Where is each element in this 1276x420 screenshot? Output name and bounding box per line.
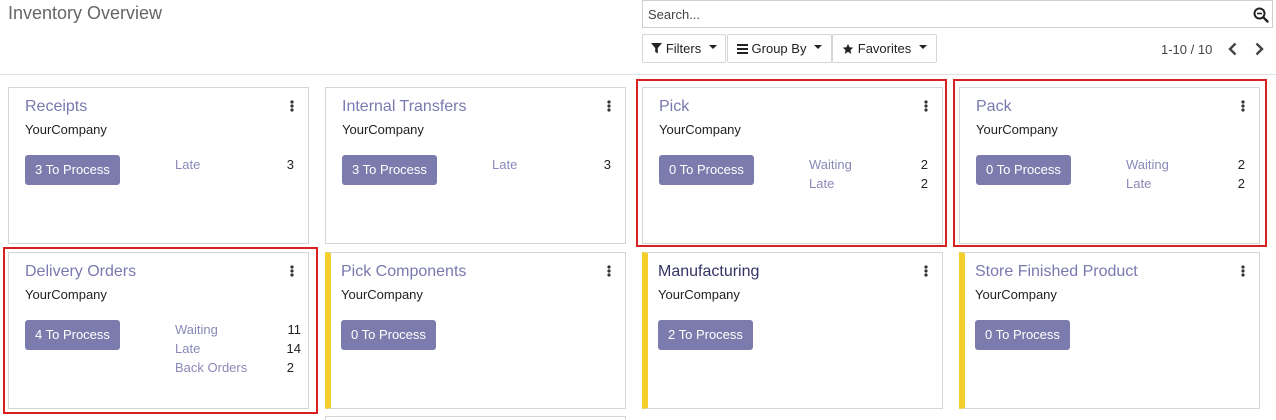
search-box[interactable] xyxy=(642,0,1273,28)
favorites-label: Favorites xyxy=(857,41,912,56)
caret-down-icon xyxy=(814,45,823,49)
card-title[interactable]: Delivery Orders xyxy=(25,263,136,281)
card-title[interactable]: Store Finished Product xyxy=(975,263,1138,281)
search-icon[interactable] xyxy=(1253,7,1269,23)
chevron-left-icon[interactable] xyxy=(1223,39,1243,59)
late-link[interactable]: Late xyxy=(809,176,834,191)
chevron-right-icon[interactable] xyxy=(1249,39,1269,59)
card-title[interactable]: Receipts xyxy=(25,98,87,116)
card-title[interactable]: Internal Transfers xyxy=(342,98,467,116)
operation-card: Pack YourCompany 0 To Process Waiting 2 … xyxy=(959,87,1260,244)
company-name: YourCompany xyxy=(659,122,741,137)
card-title[interactable]: Pick Components xyxy=(341,263,466,281)
search-input[interactable] xyxy=(648,1,1238,27)
company-name: YourCompany xyxy=(976,122,1058,137)
late-count: 3 xyxy=(286,157,294,172)
kebab-menu-icon[interactable] xyxy=(1240,100,1246,112)
late-count: 3 xyxy=(603,157,611,172)
late-link[interactable]: Late xyxy=(175,157,200,172)
star-icon xyxy=(842,43,854,54)
company-name: YourCompany xyxy=(975,287,1057,302)
company-name: YourCompany xyxy=(342,122,424,137)
company-name: YourCompany xyxy=(658,287,740,302)
back-orders-link[interactable]: Back Orders xyxy=(175,360,247,375)
operation-card: Store Finished Product YourCompany 0 To … xyxy=(959,252,1260,409)
to-process-button[interactable]: 2 To Process xyxy=(658,320,753,350)
operation-card: Manufacturing YourCompany 2 To Process xyxy=(642,252,943,409)
to-process-button[interactable]: 3 To Process xyxy=(342,155,437,185)
operation-card-partial xyxy=(325,416,626,420)
filters-label: Filters xyxy=(665,41,702,56)
waiting-link[interactable]: Waiting xyxy=(175,322,218,337)
operation-card: Delivery Orders YourCompany 4 To Process… xyxy=(8,252,309,409)
late-link[interactable]: Late xyxy=(175,341,200,356)
card-title[interactable]: Manufacturing xyxy=(658,263,759,281)
filters-button[interactable]: Filters xyxy=(642,34,726,63)
to-process-button[interactable]: 4 To Process xyxy=(25,320,120,350)
waiting-count: 2 xyxy=(920,157,928,172)
late-count: 2 xyxy=(1237,176,1245,191)
operation-card: Pick YourCompany 0 To Process Waiting 2 … xyxy=(642,87,943,244)
to-process-button[interactable]: 3 To Process xyxy=(25,155,120,185)
operation-card: Pick Components YourCompany 0 To Process xyxy=(325,252,626,409)
kebab-menu-icon[interactable] xyxy=(923,100,929,112)
filter-icon xyxy=(650,43,662,54)
company-name: YourCompany xyxy=(25,287,107,302)
kebab-menu-icon[interactable] xyxy=(1240,265,1246,277)
kebab-menu-icon[interactable] xyxy=(606,265,612,277)
operation-card: Receipts YourCompany 3 To Process Late 3 xyxy=(8,87,309,244)
waiting-count: 11 xyxy=(287,322,302,337)
waiting-count: 2 xyxy=(1237,157,1245,172)
waiting-link[interactable]: Waiting xyxy=(809,157,852,172)
late-count: 14 xyxy=(286,341,301,356)
caret-down-icon xyxy=(709,45,718,49)
kebab-menu-icon[interactable] xyxy=(923,265,929,277)
page-title: Inventory Overview xyxy=(8,3,163,23)
company-name: YourCompany xyxy=(341,287,423,302)
card-title[interactable]: Pack xyxy=(976,98,1012,116)
waiting-link[interactable]: Waiting xyxy=(1126,157,1169,172)
kebab-menu-icon[interactable] xyxy=(289,100,295,112)
to-process-button[interactable]: 0 To Process xyxy=(659,155,754,185)
group-by-button[interactable]: Group By xyxy=(727,34,832,63)
back-orders-count: 2 xyxy=(286,360,294,375)
company-name: YourCompany xyxy=(25,122,107,137)
late-count: 2 xyxy=(920,176,928,191)
to-process-button[interactable]: 0 To Process xyxy=(976,155,1071,185)
kebab-menu-icon[interactable] xyxy=(289,265,295,277)
group-by-label: Group By xyxy=(751,41,807,56)
to-process-button[interactable]: 0 To Process xyxy=(341,320,436,350)
late-link[interactable]: Late xyxy=(1126,176,1151,191)
bars-icon xyxy=(736,43,748,54)
favorites-button[interactable]: Favorites xyxy=(832,34,937,63)
caret-down-icon xyxy=(919,45,928,49)
control-panel: Inventory Overview Filters Group By Favo… xyxy=(0,0,1276,75)
kebab-menu-icon[interactable] xyxy=(606,100,612,112)
late-link[interactable]: Late xyxy=(492,157,517,172)
card-title[interactable]: Pick xyxy=(659,98,689,116)
to-process-button[interactable]: 0 To Process xyxy=(975,320,1070,350)
pager-value[interactable]: 1-10 / 10 xyxy=(1161,42,1212,57)
operation-card: Internal Transfers YourCompany 3 To Proc… xyxy=(325,87,626,244)
